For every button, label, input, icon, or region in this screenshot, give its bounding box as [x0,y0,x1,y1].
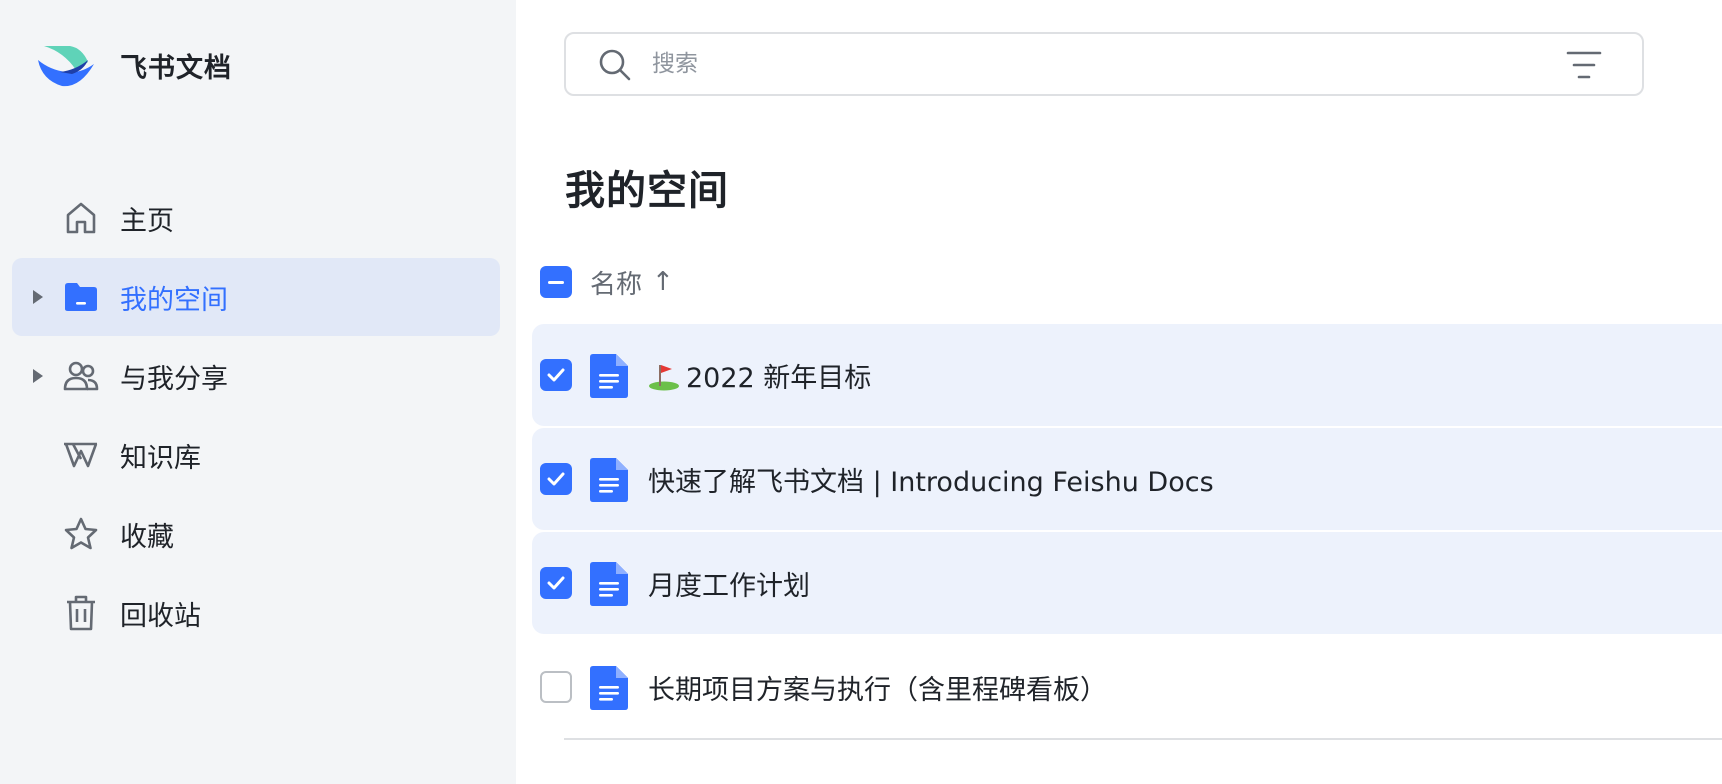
doc-icon [590,666,628,710]
wiki-icon [62,436,100,474]
sidebar-item-label: 知识库 [120,442,201,474]
star-icon [62,515,100,553]
sidebar: 飞书文档 主页 我的空间 与我分享 知识库 收藏 回收站 [0,0,516,784]
sidebar-item-trash[interactable]: 回收站 [12,574,500,652]
search-bar[interactable] [564,32,1644,96]
list-header: 名称 ↑ [540,262,674,302]
search-input[interactable] [652,44,1532,84]
row-title-wrapper: 2022 新年目标 [648,356,871,395]
feishu-docs-logo [38,46,94,87]
sidebar-item-label: 与我分享 [120,363,228,395]
doc-icon [590,458,628,502]
search-icon [599,49,631,81]
golf-flag-icon [649,364,679,390]
sidebar-item-wiki[interactable]: 知识库 [12,416,500,494]
row-title: 长期项目方案与执行（含里程碑看板） [648,674,1107,706]
row-title: 快速了解飞书文档 | Introducing Feishu Docs [648,466,1214,498]
column-header-name[interactable]: 名称 [590,264,642,301]
trash-icon [62,594,100,632]
sidebar-item-label: 我的空间 [120,284,228,316]
row-checkbox[interactable] [540,671,572,703]
doc-icon [590,562,628,606]
sidebar-item-my-space[interactable]: 我的空间 [12,258,500,336]
row-title: 2022 新年目标 [686,362,872,394]
sidebar-item-favorites[interactable]: 收藏 [12,495,500,573]
app-name: 飞书文档 [120,52,232,84]
row-title: 月度工作计划 [648,570,810,602]
expand-caret-icon[interactable] [33,290,43,304]
divider [564,738,1722,740]
sidebar-item-home[interactable]: 主页 [12,179,500,257]
list-item[interactable]: 长期项目方案与执行（含里程碑看板） [532,636,1722,738]
expand-caret-icon[interactable] [33,369,43,383]
main-content: 我的空间 名称 ↑ 2022 新年目标 [516,0,1722,784]
people-icon [62,357,100,395]
sidebar-item-label: 回收站 [120,600,201,632]
sidebar-item-label: 收藏 [120,521,174,553]
sort-ascending-icon[interactable]: ↑ [652,267,674,297]
list-item[interactable]: 快速了解飞书文档 | Introducing Feishu Docs [532,428,1722,530]
brand[interactable]: 飞书文档 [36,40,232,90]
select-all-checkbox[interactable] [540,266,572,298]
sidebar-item-label: 主页 [120,205,174,237]
list-item[interactable]: 月度工作计划 [532,532,1722,634]
sidebar-item-shared-with-me[interactable]: 与我分享 [12,337,500,415]
filter-icon[interactable] [1566,49,1602,81]
list-item[interactable]: 2022 新年目标 [532,324,1722,426]
row-checkbox[interactable] [540,567,572,599]
folder-icon [62,278,100,316]
row-checkbox[interactable] [540,359,572,391]
row-checkbox[interactable] [540,463,572,495]
doc-icon [590,354,628,398]
page-title: 我的空间 [565,168,729,214]
home-icon [62,199,100,237]
